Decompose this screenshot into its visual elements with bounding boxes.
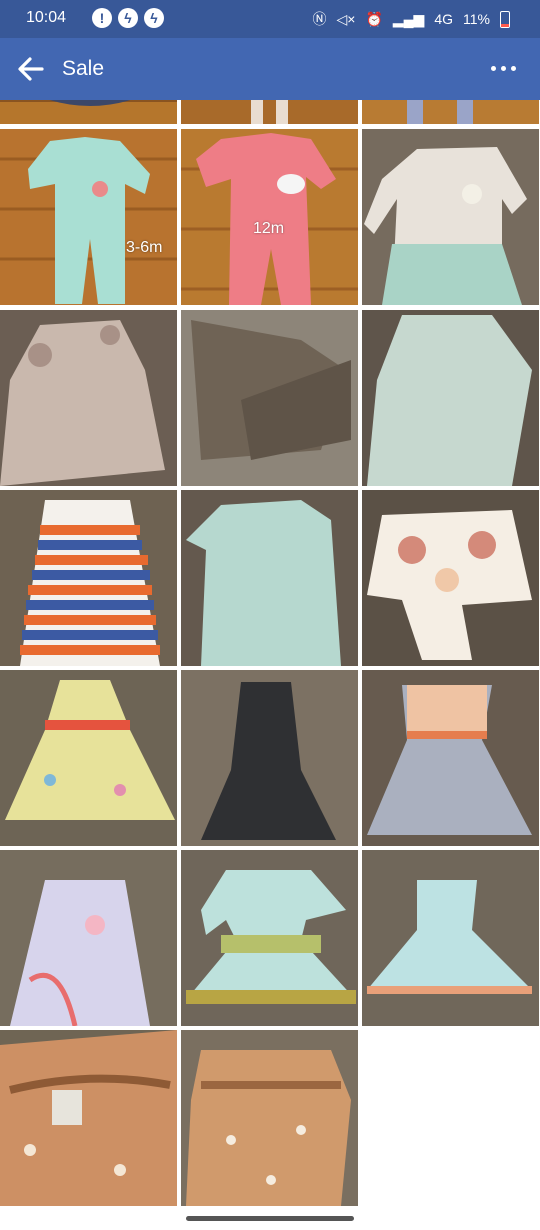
photo-thumbnail[interactable] — [0, 850, 177, 1026]
alarm-icon: ⏰ — [365, 10, 383, 27]
network-label: 4G — [434, 11, 454, 27]
signal-icon: ▂▄▆ — [392, 10, 425, 27]
more-options-icon[interactable] — [491, 66, 516, 71]
photo-thumbnail[interactable] — [0, 670, 177, 846]
photo-thumbnail[interactable] — [181, 850, 358, 1026]
back-arrow-icon[interactable] — [14, 52, 48, 86]
size-label: 3-6m — [126, 239, 163, 256]
photo-thumbnail[interactable] — [181, 490, 358, 666]
photo-thumbnail[interactable] — [362, 100, 539, 124]
mute-icon: ◁× — [336, 10, 356, 27]
status-icons: Ⓝ ◁× ⏰ ▂▄▆ 4G 11% — [312, 9, 510, 29]
photo-thumbnail[interactable] — [181, 670, 358, 846]
photo-thumbnail[interactable] — [181, 1030, 358, 1206]
photo-thumbnail[interactable] — [362, 490, 539, 666]
photo-thumbnail[interactable] — [362, 670, 539, 846]
messenger-icon: ϟ — [118, 8, 138, 28]
size-label: 12m — [253, 220, 285, 237]
messenger-icon: ϟ — [144, 8, 164, 28]
page-title: Sale — [62, 57, 105, 80]
photo-thumbnail[interactable] — [362, 850, 539, 1026]
status-bar: 10:04 ! ϟ ϟ Ⓝ ◁× ⏰ ▂▄▆ 4G 11% — [0, 0, 540, 38]
status-time: 10:04 — [26, 9, 67, 26]
photo-thumbnail[interactable] — [0, 1030, 177, 1206]
photo-thumbnail[interactable] — [0, 100, 177, 124]
photo-thumbnail[interactable]: 12m — [181, 129, 358, 305]
photo-thumbnail[interactable]: 3-6m — [0, 129, 177, 305]
photo-thumbnail[interactable] — [181, 100, 358, 124]
alert-icon: ! — [92, 8, 112, 28]
navigation-handle[interactable] — [186, 1216, 354, 1221]
photo-thumbnail[interactable] — [362, 310, 539, 486]
photo-thumbnail[interactable] — [181, 310, 358, 486]
photo-thumbnail[interactable] — [0, 490, 177, 666]
battery-icon — [500, 10, 510, 28]
battery-label: 11% — [463, 11, 490, 27]
photo-thumbnail[interactable] — [362, 129, 539, 305]
nfc-icon: Ⓝ — [312, 11, 327, 27]
photo-thumbnail[interactable] — [0, 310, 177, 486]
app-bar: Sale — [0, 38, 540, 100]
photo-grid: 3-6m 12m — [0, 100, 540, 1210]
